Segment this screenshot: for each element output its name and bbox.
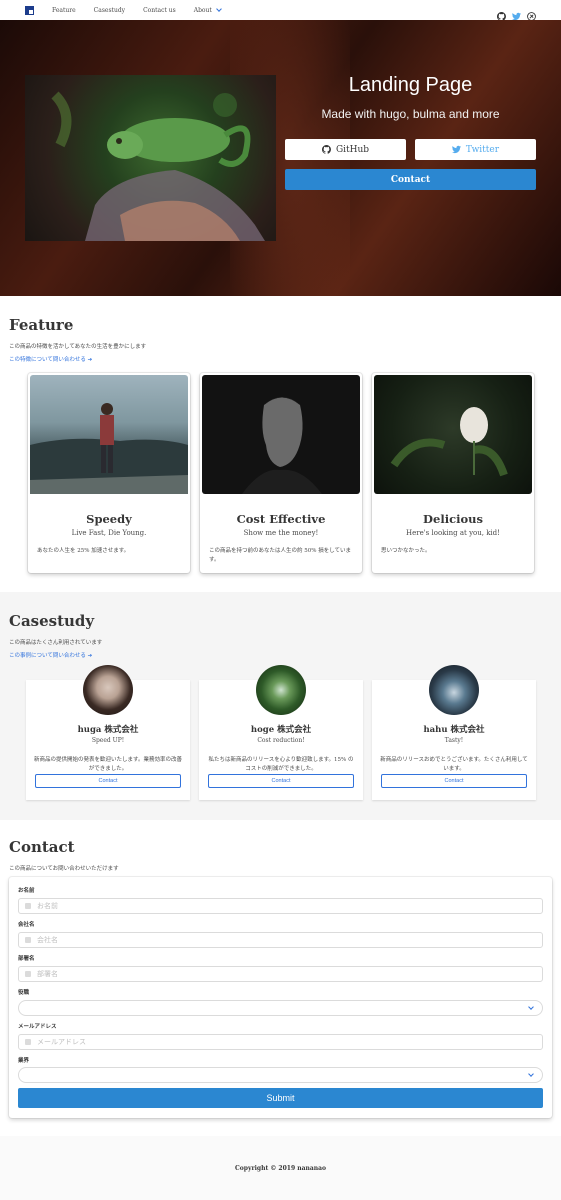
feature-inquiry-link-text: この特徴について問い合わせる [9,357,86,363]
department-placeholder: 部署名 [37,970,58,978]
casestudy-tagline: Cost reduction! [257,737,305,744]
casestudy-company-name: huga 株式会社 [77,725,139,735]
chevron-down-icon [528,1004,534,1010]
casestudy-card-hoge: hoge 株式会社 Cost reduction! 私たちは新商品のリリースを心… [199,665,363,800]
github-icon[interactable] [496,6,506,21]
casestudy-contact-button[interactable]: Contact [35,774,181,788]
feature-card-subtitle: Show me the money! [243,529,319,537]
email-input[interactable]: メールアドレス [18,1034,543,1050]
casestudy-card-huga: huga 株式会社 Speed UP! 新商品の提供開始の発表を歓迎いたします。… [26,665,190,800]
feature-card-subtitle: Here's looking at you, kid! [406,529,500,537]
casestudy-company-name: hahu 株式会社 [423,725,485,735]
nav-contact-us[interactable]: Contact us [143,7,176,14]
casestudy-company-name: hoge 株式会社 [250,725,312,735]
feature-card-title: Cost Effective [236,512,326,526]
twitter-icon [451,145,461,154]
github-button[interactable]: GitHub [285,139,406,160]
department-label: 部署名 [18,956,35,962]
feature-card-description: この商品を持つ前のあなたは人生の約 50% 損をしています。 [209,548,352,563]
hero-contact-button[interactable]: Contact [285,169,536,190]
copyright-text: Copyright © 2019 nananao [235,1164,326,1172]
email-placeholder: メールアドレス [37,1038,86,1046]
contact-title: Contact [9,838,75,856]
submit-button[interactable]: Submit [18,1088,543,1108]
blog-icon[interactable] [527,6,536,21]
hero-section: Landing Page Made with hugo, bulma and m… [0,20,561,296]
avatar-tent [429,665,479,715]
feature-card-title: Speedy [86,512,132,526]
name-label: お名前 [18,888,35,894]
company-label: 会社名 [18,922,35,928]
github-button-label: GitHub [335,144,370,155]
name-placeholder: お名前 [37,902,58,910]
position-label: 役職 [18,990,30,996]
feature-card-title: Delicious [423,512,483,526]
nav-feature[interactable]: Feature [52,7,76,14]
feature-card-subtitle: Live Fast, Die Young. [71,529,147,537]
avatar-waterfall [256,665,306,715]
casestudy-subtitle: この商品はたくさん利用されています [9,640,103,646]
company-input[interactable]: 会社名 [18,932,543,948]
arrow-right-icon: ➔ [87,357,93,363]
feature-card-description: あなたの人生を 25% 加速させます。 [37,548,130,554]
logo[interactable] [25,5,34,15]
twitter-icon[interactable] [512,6,521,20]
industry-select[interactable] [18,1067,543,1083]
feature-card-cost-effective: Cost Effective Show me the money! この商品を持… [200,373,362,573]
contact-form: お名前 お名前 会社名 会社名 部署名 部署名 役職 メールアドレス メールアド… [9,877,552,1118]
nav-about-label: About [193,6,212,14]
company-placeholder: 会社名 [37,936,58,944]
footer: Copyright © 2019 nananao [0,1136,561,1200]
casestudy-inquiry-link[interactable]: この事例について問い合わせる ➔ [9,651,552,659]
contact-subtitle: この商品についてお問い合わせいただけます [9,866,119,872]
hero-title: Landing Page [348,74,473,96]
feature-card-speedy: Speedy Live Fast, Die Young. あなたの人生を 25%… [28,373,190,573]
email-label: メールアドレス [18,1024,57,1030]
department-input[interactable]: 部署名 [18,966,543,982]
twitter-button[interactable]: Twitter [415,139,536,160]
chevron-down-icon [528,1071,534,1077]
navbar: Feature Casestudy Contact us About [0,0,561,21]
casestudy-description: 新商品のリリースおめでとうございます。たくさん利用しています。 [380,757,528,772]
feature-card-description: 思いつかなかった。 [381,548,431,554]
nav-social-icons [496,6,536,21]
github-icon [322,145,331,154]
arrow-right-icon: ➔ [87,653,93,659]
casestudy-contact-button[interactable]: Contact [208,774,354,788]
avatar-woman [83,665,133,715]
name-input[interactable]: お名前 [18,898,543,914]
building-icon [25,937,31,943]
hero-image-chameleon [25,75,276,241]
chevron-down-icon [215,6,222,12]
twitter-button-label: Twitter [465,144,500,155]
user-icon [25,903,31,909]
casestudy-inquiry-link-text: この事例について問い合わせる [9,653,86,659]
feature-title: Feature [9,316,74,334]
casestudy-contact-button[interactable]: Contact [381,774,527,788]
sitemap-icon [25,971,31,977]
feature-image-lake [30,375,188,494]
nav-about[interactable]: About [193,6,222,14]
position-select[interactable] [18,1000,543,1016]
casestudy-card-hahu: hahu 株式会社 Tasty! 新商品のリリースおめでとうございます。たくさん… [372,665,536,800]
feature-card-delicious: Delicious Here's looking at you, kid! 思い… [372,373,534,573]
casestudy-tagline: Speed UP! [91,737,125,744]
feature-subtitle: この商品の特徴を活かしてあなたの生活を豊かにします [9,344,147,350]
casestudy-tagline: Tasty! [444,737,464,744]
hero-subtitle: Made with hugo, bulma and more [321,107,500,121]
industry-label: 業界 [18,1058,30,1064]
casestudy-description: 私たちは新商品のリリースを心より歓迎致します。15% のコストの削減ができました… [208,757,354,772]
casestudy-description: 新商品の提供開始の発表を歓迎いたします。業務効率の改善ができました。 [34,757,182,772]
nav-casestudy[interactable]: Casestudy [94,7,125,14]
feature-inquiry-link[interactable]: この特徴について問い合わせる ➔ [9,355,552,363]
feature-image-man-portrait [202,375,360,494]
envelope-icon [25,1039,31,1045]
casestudy-title: Casestudy [9,612,95,630]
feature-image-flower [374,375,532,494]
